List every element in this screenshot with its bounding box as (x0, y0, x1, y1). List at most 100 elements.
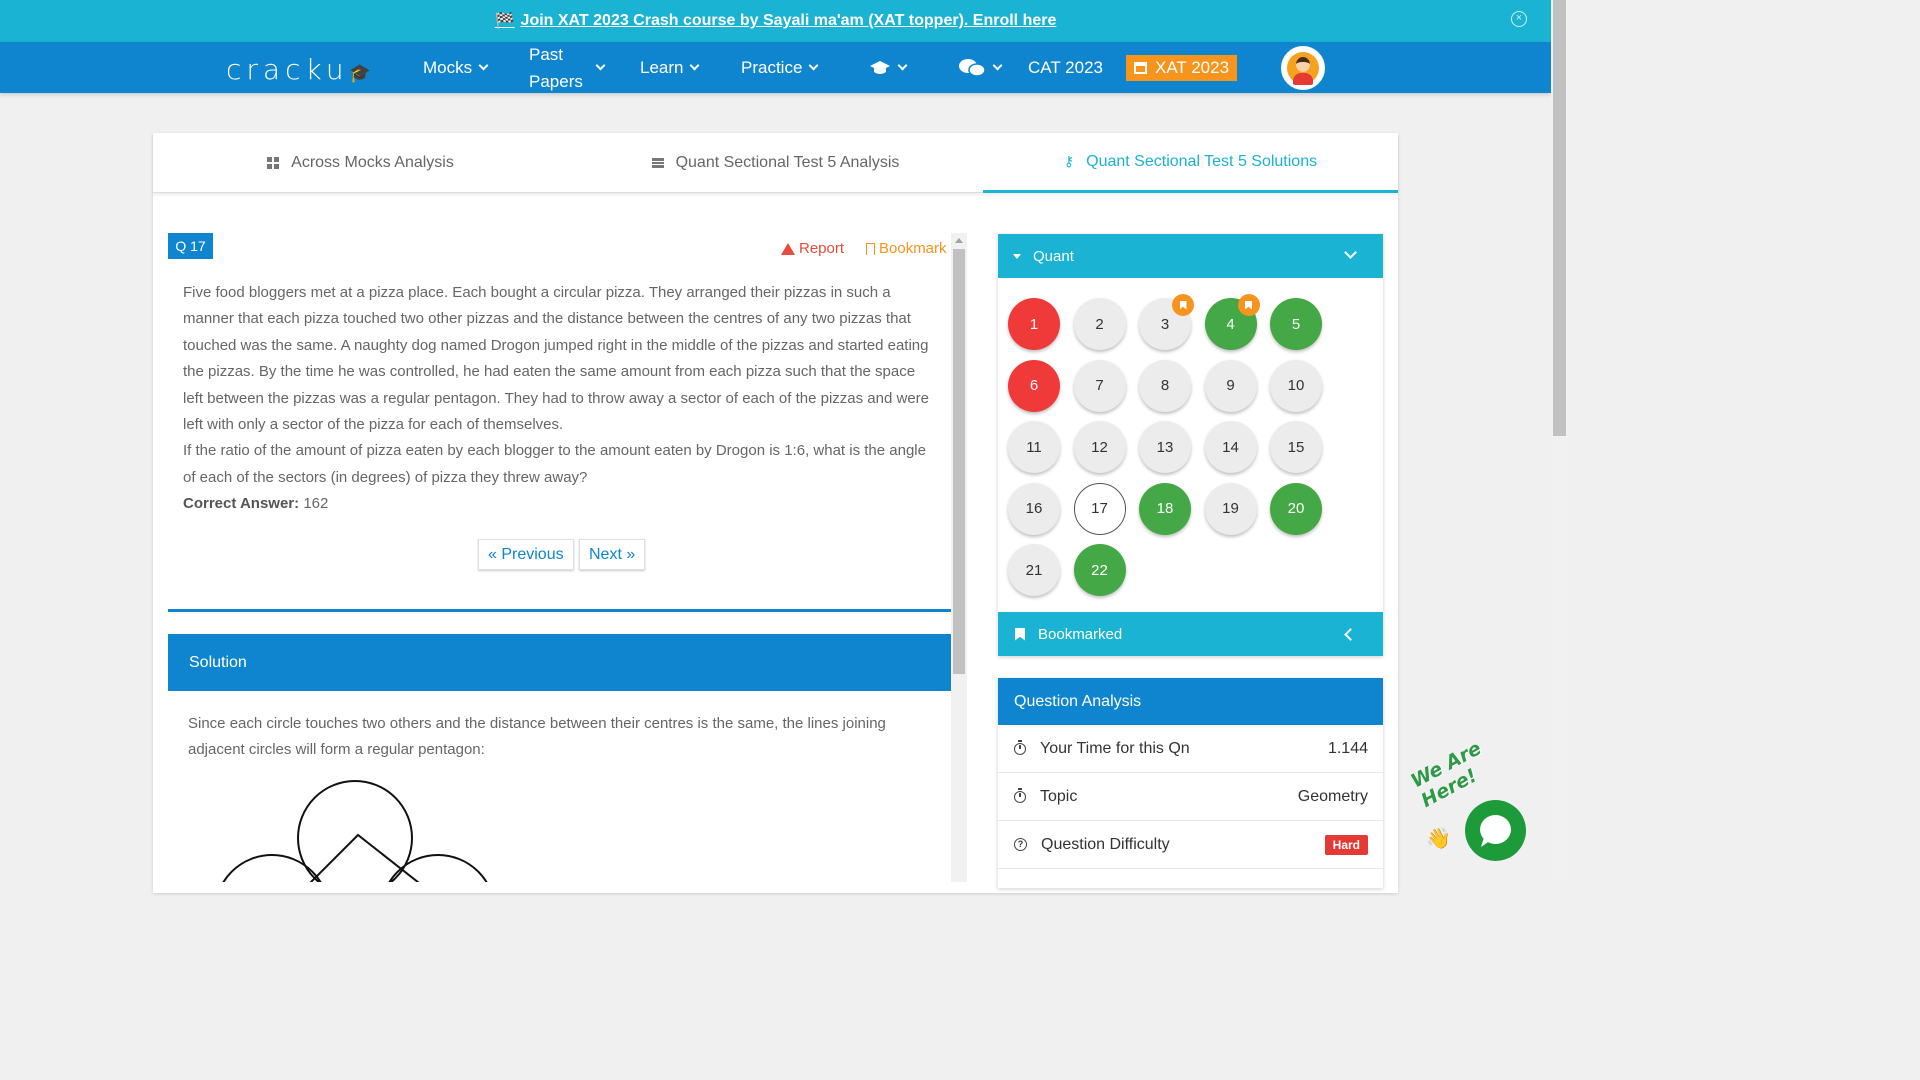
bookmark-icon (1015, 627, 1025, 641)
analysis-difficulty-label: ? Question Difficulty (1014, 836, 1325, 854)
bookmark-button[interactable]: Bookmark (866, 240, 947, 257)
chat-widget-button[interactable] (1465, 800, 1526, 861)
question-number-button[interactable]: 15 (1270, 421, 1322, 473)
question-analysis: Question Analysis Your Time for this Qn … (998, 678, 1383, 888)
bookmarked-header[interactable]: Bookmarked (998, 612, 1383, 656)
nav-xat-label: XAT 2023 (1155, 57, 1230, 77)
nav-courses[interactable] (869, 42, 908, 93)
tab-test-analysis[interactable]: Quant Sectional Test 5 Analysis (568, 133, 983, 193)
question-number-button[interactable]: 19 (1204, 482, 1257, 535)
logo[interactable]: cracku🎓 (226, 53, 371, 86)
divider (168, 609, 951, 612)
question-number-label: 2 (1095, 315, 1104, 333)
nav-past-papers[interactable]: Past Papers (529, 41, 606, 95)
chevron-down-icon (595, 60, 606, 71)
calendar-icon (1134, 61, 1147, 74)
avatar-head (1296, 57, 1310, 72)
chat-icon (959, 58, 986, 77)
time-label: Your Time for this Qn (1040, 739, 1190, 757)
avatar[interactable] (1281, 46, 1325, 90)
question-number-button[interactable]: 8 (1139, 359, 1191, 412)
question-number-button[interactable]: 6 (1008, 359, 1060, 412)
report-label: Report (799, 240, 845, 257)
next-button[interactable]: Next » (579, 539, 646, 570)
analysis-header: Question Analysis (998, 678, 1383, 725)
question-number-button[interactable]: 14 (1204, 421, 1257, 473)
question-number-button[interactable]: 3 (1139, 294, 1194, 350)
scroll-up-icon[interactable] (955, 238, 963, 243)
question-number-label: 17 (1091, 500, 1108, 517)
report-button[interactable]: Report (781, 240, 844, 257)
chevron-down-icon (1344, 246, 1357, 259)
question-number-button[interactable]: 9 (1204, 359, 1257, 412)
avatar-shirt (1293, 73, 1313, 85)
question-number-button[interactable]: 21 (1008, 544, 1060, 596)
question-number-label: 22 (1091, 561, 1108, 579)
waving-hand-icon: 👋 (1426, 828, 1451, 850)
question-number-button[interactable]: 22 (1073, 544, 1126, 596)
question-number-button[interactable]: 7 (1073, 359, 1126, 412)
nav-papers-label: Papers (529, 71, 583, 91)
question-number-button[interactable]: 12 (1073, 421, 1126, 473)
bookmark-label: Bookmark (879, 240, 947, 257)
bookmarked-label: Bookmarked (1038, 625, 1123, 643)
nav-past-papers-label: Past Papers (529, 41, 583, 95)
content-scrollbar[interactable] (951, 233, 967, 882)
chevron-down-icon (992, 60, 1003, 71)
topic-label: Topic (1040, 787, 1078, 805)
nav-mocks[interactable]: Mocks (423, 42, 489, 93)
question-number-button[interactable]: 1 (1008, 298, 1060, 350)
correct-answer-value: 162 (303, 495, 329, 513)
page-scrollbar[interactable] (1551, 0, 1568, 882)
question-number-button[interactable]: 18 (1139, 482, 1191, 535)
page-scrollbar-thumb[interactable] (1553, 0, 1566, 436)
question-number-label: 19 (1222, 500, 1239, 517)
question-number-button[interactable]: 11 (1008, 421, 1060, 473)
question-number-button[interactable]: 20 (1270, 482, 1322, 535)
question-number-label: 16 (1025, 500, 1043, 517)
correct-answer: Correct Answer: 162 (183, 491, 938, 517)
question-ask: If the ratio of the amount of pizza eate… (183, 442, 926, 486)
question-number-button[interactable]: 10 (1270, 359, 1322, 412)
question-number-button[interactable]: 16 (1008, 482, 1060, 535)
analysis-heading: Question Analysis (1014, 692, 1142, 710)
question-number-label: 1 (1029, 315, 1039, 333)
nav-practice[interactable]: Practice (741, 42, 819, 93)
question-number-button[interactable]: 13 (1139, 421, 1191, 473)
tab-across-mocks[interactable]: Across Mocks Analysis (153, 133, 568, 193)
question-number-label: 10 (1287, 377, 1305, 394)
content-scrollbar-thumb[interactable] (953, 249, 965, 674)
question-number-label: 4 (1226, 315, 1235, 333)
question-paragraph: Five food bloggers met at a pizza place.… (183, 284, 930, 434)
previous-button[interactable]: « Previous (478, 539, 574, 570)
difficulty-label: Question Difficulty (1041, 835, 1170, 853)
difficulty-badge: Hard (1324, 834, 1368, 855)
analysis-row-time: Your Time for this Qn 1.144 (998, 725, 1383, 773)
promo-link[interactable]: 🏁 Join XAT 2023 Crash course by Sayali m… (495, 11, 1057, 31)
logo-text: cracku (226, 53, 349, 86)
chat-widget-label[interactable]: We Are Here! (1407, 707, 1551, 812)
question-number-button[interactable]: 2 (1073, 298, 1126, 350)
palette-section-header[interactable]: Quant (998, 234, 1383, 278)
nav-xat-2023[interactable]: XAT 2023 (1126, 42, 1238, 93)
question-number-button[interactable]: 5 (1270, 298, 1322, 350)
graduation-cap-logo-icon: 🎓 (348, 63, 371, 84)
question-number-label: 14 (1222, 438, 1239, 456)
nav-practice-label: Practice (741, 57, 803, 77)
question-number-label: 5 (1291, 315, 1301, 333)
question-number-button[interactable]: 4 (1204, 294, 1260, 350)
tab-test-solutions[interactable]: ⚷ Quant Sectional Test 5 Solutions (983, 133, 1398, 193)
nav-past-label: Past (529, 44, 564, 64)
question-number-label: 12 (1091, 438, 1108, 456)
xat-badge: XAT 2023 (1126, 54, 1238, 81)
nav-discuss[interactable] (958, 42, 1003, 93)
analysis-tabs: Across Mocks Analysis Quant Sectional Te… (153, 133, 1398, 193)
question-number-button[interactable]: 17 (1073, 482, 1126, 535)
nav-learn[interactable]: Learn (640, 42, 700, 93)
bookmark-flag-icon (1237, 294, 1260, 316)
question-number-label: 20 (1287, 500, 1305, 517)
nav-cat-2023[interactable]: CAT 2023 (1028, 42, 1103, 93)
bookmark-flag-icon (1172, 294, 1194, 316)
promo-link-text: Join XAT 2023 Crash course by Sayali ma'… (520, 12, 1057, 29)
close-icon[interactable]: × (1511, 11, 1527, 27)
